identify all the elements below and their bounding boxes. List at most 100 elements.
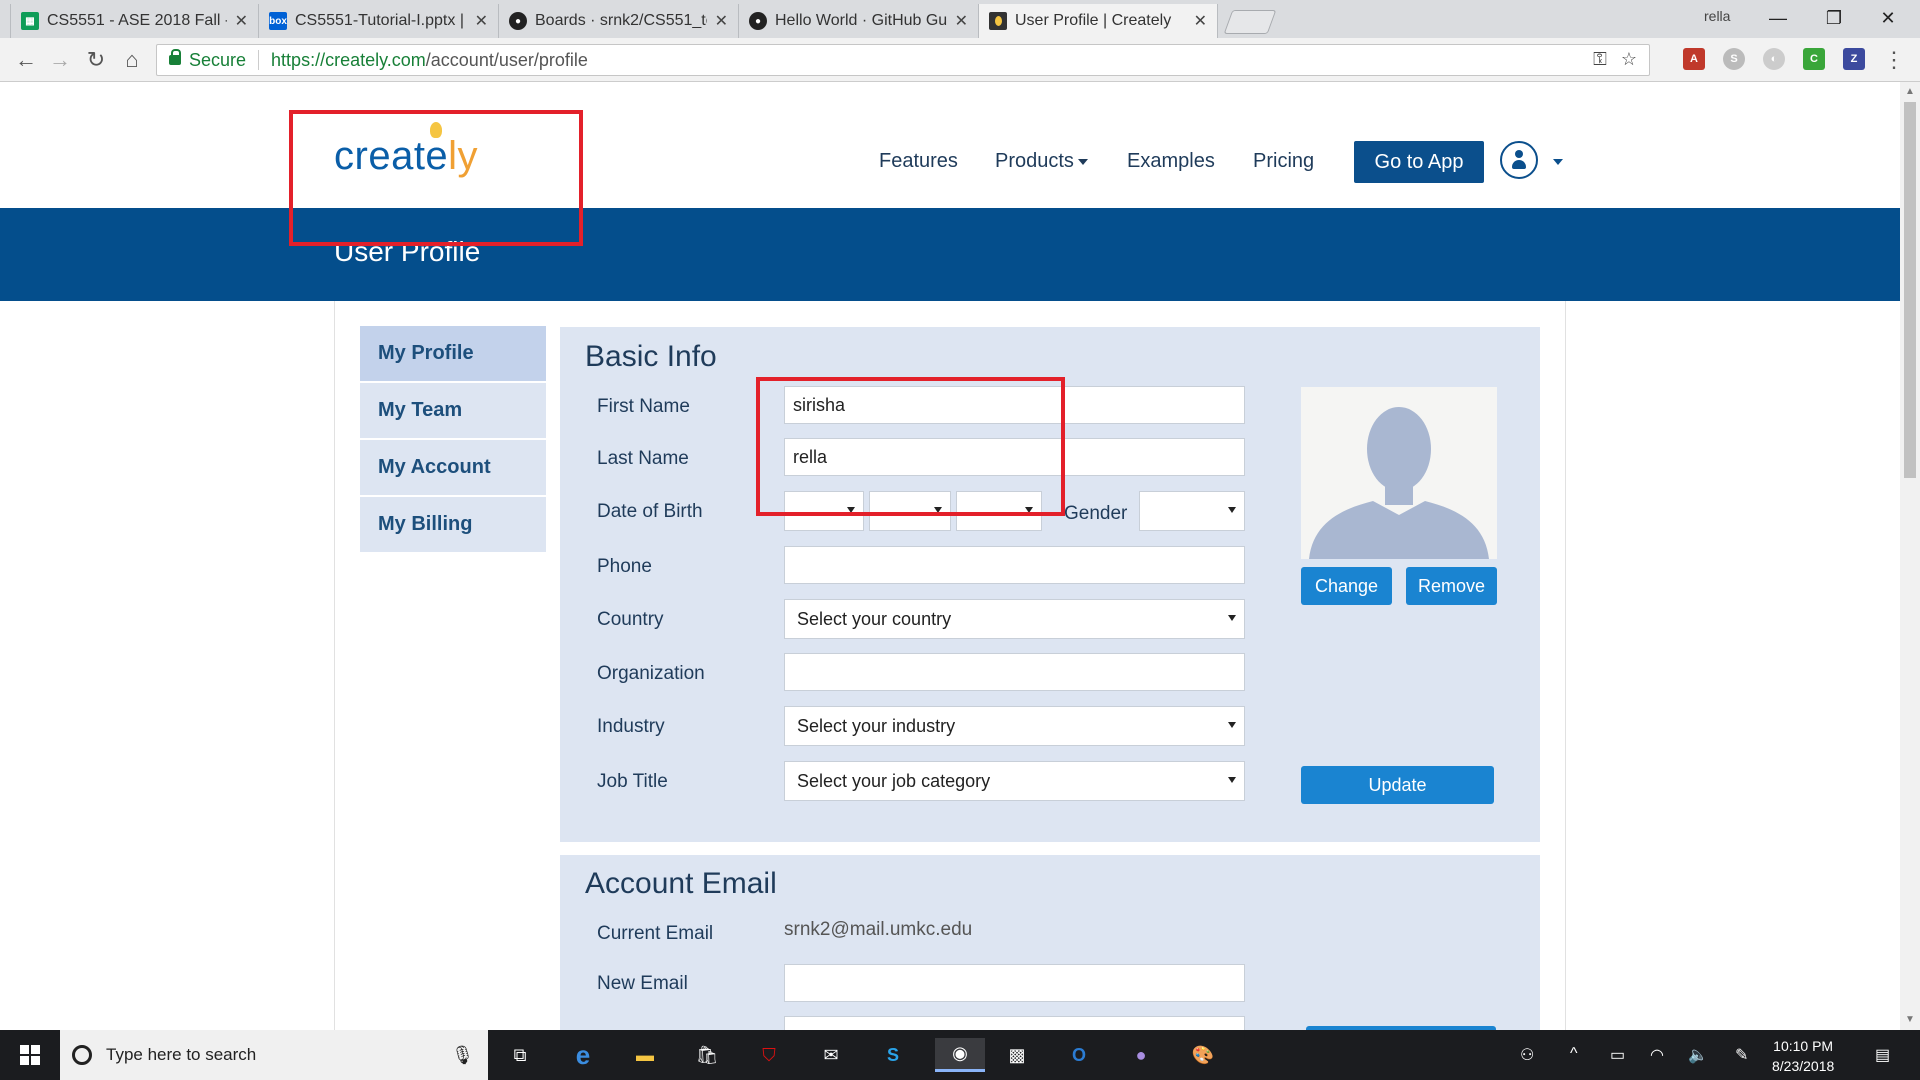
key-icon[interactable]: ⚿ xyxy=(1593,49,1607,70)
profile-sidebar: My Profile My Team My Account My Billing xyxy=(360,326,546,554)
microphone-icon[interactable]: 🎙 xyxy=(451,1045,474,1066)
menu-kebab-icon[interactable]: ⋮ xyxy=(1880,46,1908,74)
sidebar-item-my-team[interactable]: My Team xyxy=(360,383,546,438)
close-tab-icon[interactable]: ✕ xyxy=(475,11,488,31)
phone-input[interactable] xyxy=(784,546,1245,584)
red-highlight-box xyxy=(289,110,583,246)
back-arrow-icon[interactable]: ← xyxy=(12,46,40,74)
close-tab-icon[interactable]: ✕ xyxy=(715,11,728,31)
date-of-birth-label: Date of Birth xyxy=(597,501,703,522)
sidebar-item-my-profile[interactable]: My Profile xyxy=(360,326,546,381)
page-banner xyxy=(0,208,1900,301)
battery-icon[interactable]: ▭ xyxy=(1610,1045,1625,1065)
chrome-icon[interactable]: ◉ xyxy=(935,1038,985,1072)
basic-info-heading: Basic Info xyxy=(585,340,717,373)
scrollbar-thumb[interactable] xyxy=(1904,102,1916,478)
close-tab-icon[interactable]: ✕ xyxy=(1194,11,1207,31)
skype-extension-icon[interactable]: S xyxy=(1723,48,1745,70)
close-tab-icon[interactable]: ✕ xyxy=(235,11,248,31)
taskbar-search-box[interactable]: Type here to search 🎙 xyxy=(60,1030,488,1080)
edge-browser-icon[interactable]: e xyxy=(563,1038,603,1072)
browser-profile-name[interactable]: rella xyxy=(1704,8,1730,24)
taskbar-clock[interactable]: 10:10 PM 8/23/2018 xyxy=(1772,1036,1834,1076)
caret-down-icon xyxy=(1228,722,1236,728)
url-host: https://creately.com xyxy=(271,49,426,70)
update-button[interactable]: Update xyxy=(1301,766,1494,804)
page-scrollbar[interactable]: ▲ ▼ xyxy=(1900,82,1920,1030)
mail-icon[interactable]: ✉ xyxy=(811,1038,851,1072)
browser-tab[interactable]: ● Boards · srnk2/CS551_tea ✕ xyxy=(498,4,738,38)
sidebar-item-my-billing[interactable]: My Billing xyxy=(360,497,546,552)
scroll-down-arrow-icon[interactable]: ▼ xyxy=(1905,1014,1915,1025)
google-sheets-icon: ▦ xyxy=(21,12,39,30)
paint-icon[interactable]: 🎨 xyxy=(1183,1038,1223,1072)
forward-arrow-icon[interactable]: → xyxy=(46,46,74,74)
extension-icon[interactable]: ◐ xyxy=(1763,48,1785,70)
site-header: creately Features Products Examples Pric… xyxy=(0,82,1900,208)
cors-extension-icon[interactable]: C xyxy=(1803,48,1825,70)
browser-tab-strip: ▦ CS5551 - ASE 2018 Fall - ✕ box CS5551-… xyxy=(0,0,1920,38)
job-title-select[interactable]: Select your job category xyxy=(784,761,1245,801)
gender-label: Gender xyxy=(1064,503,1128,524)
browser-tab-active[interactable]: User Profile | Creately ✕ xyxy=(978,4,1218,38)
taskbar-search-placeholder: Type here to search xyxy=(106,1045,257,1064)
nav-examples[interactable]: Examples xyxy=(1127,150,1215,173)
browser-tab[interactable]: ● Hello World · GitHub Gui ✕ xyxy=(738,4,978,38)
volume-icon[interactable]: 🔈 xyxy=(1688,1045,1708,1065)
acrobat-extension-icon[interactable]: A xyxy=(1683,48,1705,70)
change-photo-button[interactable]: Change xyxy=(1301,567,1392,605)
url-path: /account/user/profile xyxy=(425,49,588,70)
go-to-app-button[interactable]: Go to App xyxy=(1354,141,1484,183)
caret-down-icon xyxy=(1228,507,1236,513)
task-view-icon[interactable]: ⧉ xyxy=(500,1038,540,1072)
user-avatar-icon[interactable] xyxy=(1500,141,1538,179)
nav-products[interactable]: Products xyxy=(995,150,1088,173)
country-select[interactable]: Select your country xyxy=(784,599,1245,639)
github-desktop-icon[interactable]: ● xyxy=(1121,1038,1161,1072)
reload-icon[interactable]: ↻ xyxy=(82,46,110,74)
organization-input[interactable] xyxy=(784,653,1245,691)
browser-tab[interactable]: ▦ CS5551 - ASE 2018 Fall - ✕ xyxy=(10,4,258,38)
outlook-icon[interactable]: O xyxy=(1059,1038,1099,1072)
caret-down-icon[interactable] xyxy=(1553,159,1563,165)
windows-start-icon[interactable] xyxy=(20,1045,40,1065)
lock-icon xyxy=(169,49,181,65)
gender-select[interactable] xyxy=(1139,491,1245,531)
restore-icon[interactable]: ❐ xyxy=(1808,2,1860,34)
home-icon[interactable]: ⌂ xyxy=(118,46,146,74)
nav-pricing[interactable]: Pricing xyxy=(1253,150,1314,173)
wifi-icon[interactable]: ◠ xyxy=(1650,1045,1664,1065)
sticky-notes-icon[interactable]: ▩ xyxy=(997,1038,1037,1072)
new-email-input[interactable] xyxy=(784,964,1245,1002)
cortana-icon xyxy=(72,1045,92,1065)
people-icon[interactable]: ⚇ xyxy=(1520,1045,1534,1065)
phone-label: Phone xyxy=(597,556,652,577)
scroll-up-arrow-icon[interactable]: ▲ xyxy=(1905,86,1915,97)
box-icon: box xyxy=(269,12,287,30)
sidebar-item-my-account[interactable]: My Account xyxy=(360,440,546,495)
star-icon[interactable]: ☆ xyxy=(1621,49,1637,70)
pen-icon[interactable]: ✎ xyxy=(1735,1045,1748,1065)
chevron-up-icon[interactable]: ^ xyxy=(1570,1045,1578,1063)
notifications-icon[interactable]: ▤ xyxy=(1875,1045,1890,1065)
job-title-label: Job Title xyxy=(597,771,668,792)
minimize-icon[interactable]: — xyxy=(1752,2,1804,34)
new-tab-button[interactable] xyxy=(1223,10,1277,34)
creately-icon xyxy=(989,12,1007,30)
mcafee-icon[interactable]: ⛉ xyxy=(749,1038,789,1072)
zotero-extension-icon[interactable]: Z xyxy=(1843,48,1865,70)
file-explorer-icon[interactable]: ▬ xyxy=(625,1038,665,1072)
browser-tab[interactable]: box CS5551-Tutorial-I.pptx | P ✕ xyxy=(258,4,498,38)
close-tab-icon[interactable]: ✕ xyxy=(955,11,968,31)
remove-photo-button[interactable]: Remove xyxy=(1406,567,1497,605)
secure-label: Secure xyxy=(189,49,247,70)
industry-select[interactable]: Select your industry xyxy=(784,706,1245,746)
store-icon[interactable]: 🛍 xyxy=(687,1038,727,1072)
address-bar[interactable]: Secure https://creately.com/account/user… xyxy=(156,44,1650,76)
confirm-email-input[interactable] xyxy=(784,1016,1245,1030)
close-window-icon[interactable]: ✕ xyxy=(1862,2,1914,34)
user-silhouette-icon xyxy=(1301,387,1497,559)
nav-features[interactable]: Features xyxy=(879,150,958,173)
skype-icon[interactable]: S xyxy=(873,1038,913,1072)
new-email-label: New Email xyxy=(597,973,688,994)
